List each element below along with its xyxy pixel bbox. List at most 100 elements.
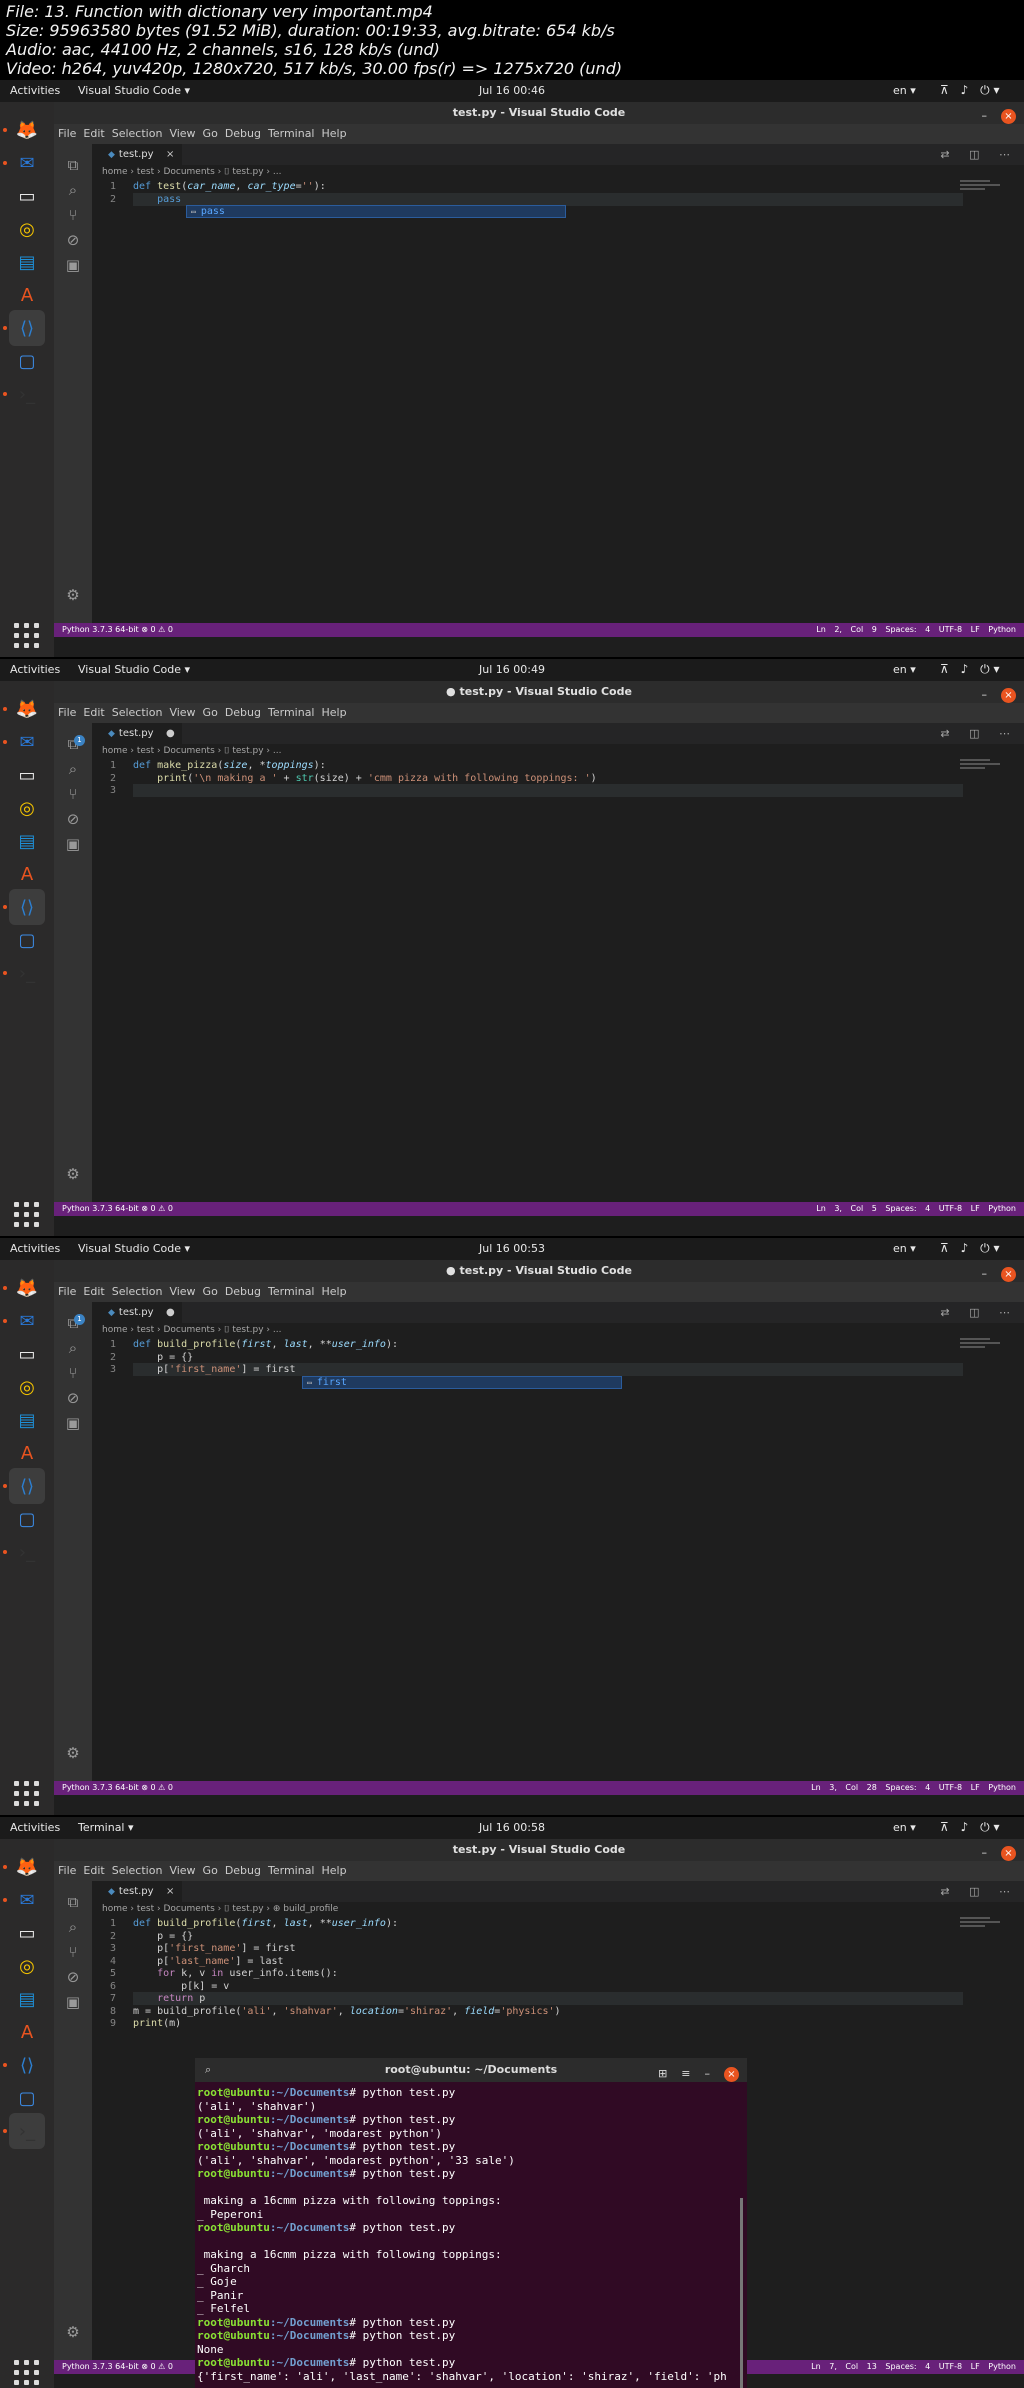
rhythmbox-icon[interactable]: ◎ bbox=[9, 211, 45, 247]
editor-actions[interactable]: ⇄ ◫ ⋯ bbox=[940, 1885, 1018, 1898]
menu-view[interactable]: View bbox=[169, 1864, 195, 1877]
breadcrumb[interactable]: home › test › Documents › ⌷ test.py › ..… bbox=[102, 746, 281, 756]
editor-actions[interactable]: ⇄ ◫ ⋯ bbox=[940, 148, 1018, 161]
close-icon[interactable]: × bbox=[724, 2066, 739, 2082]
source-control-icon[interactable]: ⑂ bbox=[62, 1941, 84, 1963]
debug-icon[interactable]: ⊘ bbox=[62, 808, 84, 830]
code-line[interactable]: 2 p = {} bbox=[92, 1351, 992, 1364]
software-icon[interactable]: A bbox=[9, 1435, 45, 1471]
writer-icon[interactable]: ▤ bbox=[9, 244, 45, 280]
menu-debug[interactable]: Debug bbox=[225, 1285, 261, 1298]
vscode-icon[interactable]: ⟨⟩ bbox=[3, 889, 45, 925]
rhythmbox-icon[interactable]: ◎ bbox=[9, 1948, 45, 1984]
menu-view[interactable]: View bbox=[169, 706, 195, 719]
status-left[interactable]: Python 3.7.3 64-bit ⊗ 0 ⚠ 0 bbox=[62, 1204, 173, 1213]
menu-view[interactable]: View bbox=[169, 127, 195, 140]
menu-file[interactable]: File bbox=[58, 1864, 76, 1877]
menu-selection[interactable]: Selection bbox=[112, 1864, 163, 1877]
show-apps-icon[interactable] bbox=[14, 2360, 40, 2386]
gear-icon[interactable]: ⚙ bbox=[62, 1742, 84, 1764]
menu-debug[interactable]: Debug bbox=[225, 706, 261, 719]
tab-close-icon[interactable]: × bbox=[166, 144, 174, 165]
code-line[interactable]: 9 print(m) bbox=[92, 2017, 992, 2030]
screenshot-icon[interactable]: ▢ bbox=[9, 343, 45, 379]
clock[interactable]: Jul 16 00:49 bbox=[0, 663, 1024, 676]
hamburger-menu-icon[interactable]: ≡ bbox=[681, 2062, 690, 2086]
search-icon[interactable]: ⌕ bbox=[62, 1916, 84, 1938]
menu-terminal[interactable]: Terminal bbox=[268, 1285, 315, 1298]
tab-test-py[interactable]: ◆ test.py × bbox=[92, 144, 182, 165]
debug-icon[interactable]: ⊘ bbox=[62, 229, 84, 251]
source-control-icon[interactable]: ⑂ bbox=[62, 783, 84, 805]
status-left[interactable]: Python 3.7.3 64-bit ⊗ 0 ⚠ 0 bbox=[62, 625, 173, 634]
close-icon[interactable]: × bbox=[1001, 108, 1016, 124]
menu-terminal[interactable]: Terminal bbox=[268, 706, 315, 719]
menu-edit[interactable]: Edit bbox=[83, 1285, 104, 1298]
editor-actions[interactable]: ⇄ ◫ ⋯ bbox=[940, 727, 1018, 740]
explorer-icon[interactable]: ⧉ bbox=[62, 154, 84, 176]
close-icon[interactable]: × bbox=[1001, 687, 1016, 703]
terminal-icon[interactable]: ›_ bbox=[3, 2113, 45, 2149]
menu-file[interactable]: File bbox=[58, 1285, 76, 1298]
terminal-scrollbar[interactable] bbox=[740, 2198, 743, 2388]
vscode-icon[interactable]: ⟨⟩ bbox=[3, 2047, 45, 2083]
tab-test-py[interactable]: ◆ test.py ● bbox=[92, 723, 182, 744]
terminal-icon[interactable]: ›_ bbox=[3, 376, 45, 412]
close-icon[interactable]: × bbox=[1001, 1845, 1016, 1861]
vscode-icon[interactable]: ⟨⟩ bbox=[3, 1468, 45, 1504]
firefox-icon[interactable]: 🦊 bbox=[3, 1849, 45, 1885]
menu-help[interactable]: Help bbox=[322, 706, 347, 719]
menu-edit[interactable]: Edit bbox=[83, 127, 104, 140]
extensions-icon[interactable]: ▣ bbox=[62, 1412, 84, 1434]
menu-edit[interactable]: Edit bbox=[83, 706, 104, 719]
status-left[interactable]: Python 3.7.3 64-bit ⊗ 0 ⚠ 0 bbox=[62, 1783, 173, 1792]
language-indicator[interactable]: en ▾ bbox=[893, 1821, 916, 1834]
files-icon[interactable]: ▭ bbox=[9, 757, 45, 793]
menu-file[interactable]: File bbox=[58, 706, 76, 719]
code-line[interactable]: 6 p[k] = v bbox=[92, 1980, 992, 1993]
system-tray-icons[interactable]: ⊼ ♪ ⏻▾ bbox=[940, 83, 1004, 98]
menu-file[interactable]: File bbox=[58, 127, 76, 140]
menu-view[interactable]: View bbox=[169, 1285, 195, 1298]
debug-icon[interactable]: ⊘ bbox=[62, 1966, 84, 1988]
thunderbird-icon[interactable]: ✉ bbox=[3, 724, 45, 760]
new-tab-icon[interactable]: ⊞ bbox=[658, 2062, 667, 2086]
code-line[interactable]: 4 p['last_name'] = last bbox=[92, 1955, 992, 1968]
extensions-icon[interactable]: ▣ bbox=[62, 833, 84, 855]
code-editor[interactable]: 1 def test(car_name, car_type=''): 2 pass … bbox=[92, 180, 1024, 623]
status-right[interactable]: Ln 2, Col 9 Spaces: 4 UTF-8 LF Python bbox=[816, 623, 1016, 637]
menu-go[interactable]: Go bbox=[203, 127, 218, 140]
clock[interactable]: Jul 16 00:58 bbox=[0, 1821, 1024, 1834]
terminal-output[interactable]: root@ubuntu:~/Documents# python test.py(… bbox=[197, 2086, 737, 2383]
tab-test-py[interactable]: ◆ test.py × bbox=[92, 1881, 182, 1902]
tab-test-py[interactable]: ◆ test.py ● bbox=[92, 1302, 182, 1323]
vscode-icon[interactable]: ⟨⟩ bbox=[3, 310, 45, 346]
firefox-icon[interactable]: 🦊 bbox=[3, 691, 45, 727]
source-control-icon[interactable]: ⑂ bbox=[62, 204, 84, 226]
gear-icon[interactable]: ⚙ bbox=[62, 584, 84, 606]
files-icon[interactable]: ▭ bbox=[9, 178, 45, 214]
language-indicator[interactable]: en ▾ bbox=[893, 84, 916, 97]
extensions-icon[interactable]: ▣ bbox=[62, 1991, 84, 2013]
menu-terminal[interactable]: Terminal bbox=[268, 1864, 315, 1877]
autocomplete-suggestion[interactable]: ▭ pass bbox=[186, 205, 566, 218]
rhythmbox-icon[interactable]: ◎ bbox=[9, 1369, 45, 1405]
minimap[interactable] bbox=[960, 1338, 1010, 1354]
code-line[interactable]: 8 m = build_profile('ali', 'shahvar', loc… bbox=[92, 2005, 992, 2018]
terminal-window[interactable]: ⌕ root@ubuntu: ~/Documents ⊞ ≡ – × root@… bbox=[195, 2058, 747, 2388]
menu-help[interactable]: Help bbox=[322, 1285, 347, 1298]
system-tray-icons[interactable]: ⊼ ♪ ⏻▾ bbox=[940, 662, 1004, 677]
writer-icon[interactable]: ▤ bbox=[9, 823, 45, 859]
code-line[interactable]: 3 p['first_name'] = first bbox=[92, 1363, 992, 1376]
code-line[interactable]: 1 def build_profile(first, last, **user_i… bbox=[92, 1917, 992, 1930]
tab-close-icon[interactable]: × bbox=[166, 1881, 174, 1902]
firefox-icon[interactable]: 🦊 bbox=[3, 112, 45, 148]
minimap[interactable] bbox=[960, 1917, 1010, 1933]
language-indicator[interactable]: en ▾ bbox=[893, 1242, 916, 1255]
code-editor[interactable]: 1 def build_profile(first, last, **user_i… bbox=[92, 1338, 1024, 1781]
menu-selection[interactable]: Selection bbox=[112, 127, 163, 140]
explorer-icon[interactable]: ⧉ bbox=[62, 1891, 84, 1913]
code-line[interactable]: 1 def test(car_name, car_type=''): bbox=[92, 180, 992, 193]
menu-help[interactable]: Help bbox=[322, 1864, 347, 1877]
menu-go[interactable]: Go bbox=[203, 706, 218, 719]
